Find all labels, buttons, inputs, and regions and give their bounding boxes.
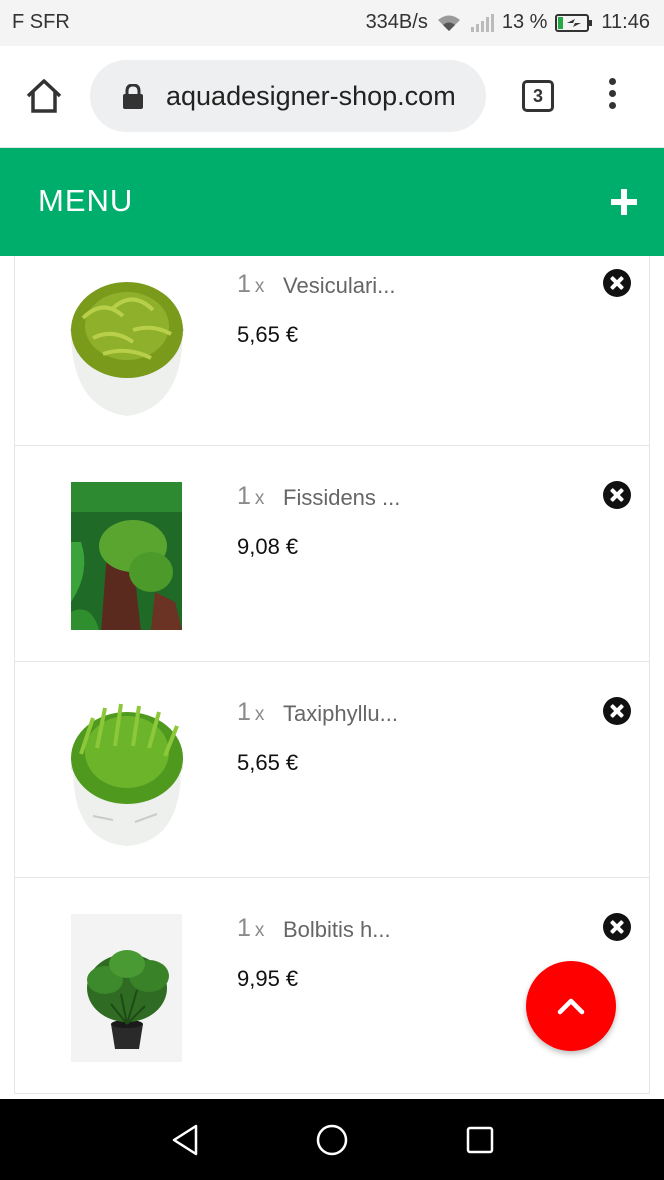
menu-button[interactable]: MENU — [38, 183, 133, 219]
quantity-separator: x — [254, 920, 265, 941]
item-name[interactable]: Vesiculari... — [283, 273, 396, 299]
more-options-icon[interactable] — [604, 78, 620, 114]
recents-square-icon[interactable] — [465, 1125, 495, 1155]
remove-item-icon[interactable] — [603, 269, 631, 297]
quantity-separator: x — [254, 704, 265, 725]
home-icon[interactable] — [24, 76, 64, 116]
item-quantity: 1 — [237, 914, 251, 942]
cart-item: 1x Taxiphyllu... 5,65 € — [14, 662, 650, 878]
item-name[interactable]: Fissidens ... — [283, 485, 400, 511]
item-quantity: 1 — [237, 698, 251, 726]
url-text[interactable]: aquadesigner-shop.com — [166, 81, 476, 112]
cart-item: 1x Fissidens ... 9,08 € — [14, 446, 650, 662]
net-speed: 334B/s — [365, 11, 428, 33]
cart-item: 1x Vesiculari... 5,65 € — [14, 256, 650, 446]
remove-item-icon[interactable] — [603, 481, 631, 509]
remove-item-icon[interactable] — [603, 913, 631, 941]
item-quantity: 1 — [237, 482, 251, 510]
item-name[interactable]: Taxiphyllu... — [283, 701, 398, 727]
item-quantity: 1 — [237, 270, 251, 298]
site-menu-bar: MENU — [0, 148, 664, 256]
address-bar[interactable]: aquadesigner-shop.com — [90, 60, 486, 132]
product-image — [71, 703, 183, 846]
home-circle-icon[interactable] — [315, 1123, 349, 1157]
scroll-to-top-button[interactable] — [526, 961, 616, 1051]
chevron-up-icon — [557, 998, 585, 1015]
item-price: 5,65 € — [237, 750, 299, 775]
clock: 11:46 — [601, 11, 650, 33]
signal-icon — [470, 13, 494, 32]
back-icon[interactable] — [170, 1123, 200, 1157]
android-nav-bar — [0, 1099, 664, 1180]
carrier-label: F SFR — [12, 11, 70, 33]
item-name[interactable]: Bolbitis h... — [283, 917, 391, 943]
plus-icon[interactable] — [606, 184, 642, 220]
browser-toolbar: aquadesigner-shop.com 3 — [0, 46, 664, 148]
quantity-separator: x — [254, 488, 265, 509]
remove-item-icon[interactable] — [603, 697, 631, 725]
status-bar: F SFR 334B/s 13 % 11:46 — [0, 0, 664, 46]
item-price: 9,95 € — [237, 966, 299, 991]
product-image — [70, 282, 184, 416]
tab-switcher-button[interactable]: 3 — [522, 80, 554, 112]
lock-icon — [123, 84, 143, 109]
product-image — [71, 482, 182, 630]
wifi-icon — [437, 15, 460, 31]
battery-charging-icon — [555, 13, 593, 32]
item-price: 5,65 € — [237, 322, 299, 347]
item-price: 9,08 € — [237, 534, 299, 559]
product-image — [71, 914, 182, 1062]
battery-percent: 13 % — [501, 11, 548, 33]
quantity-separator: x — [254, 276, 265, 297]
